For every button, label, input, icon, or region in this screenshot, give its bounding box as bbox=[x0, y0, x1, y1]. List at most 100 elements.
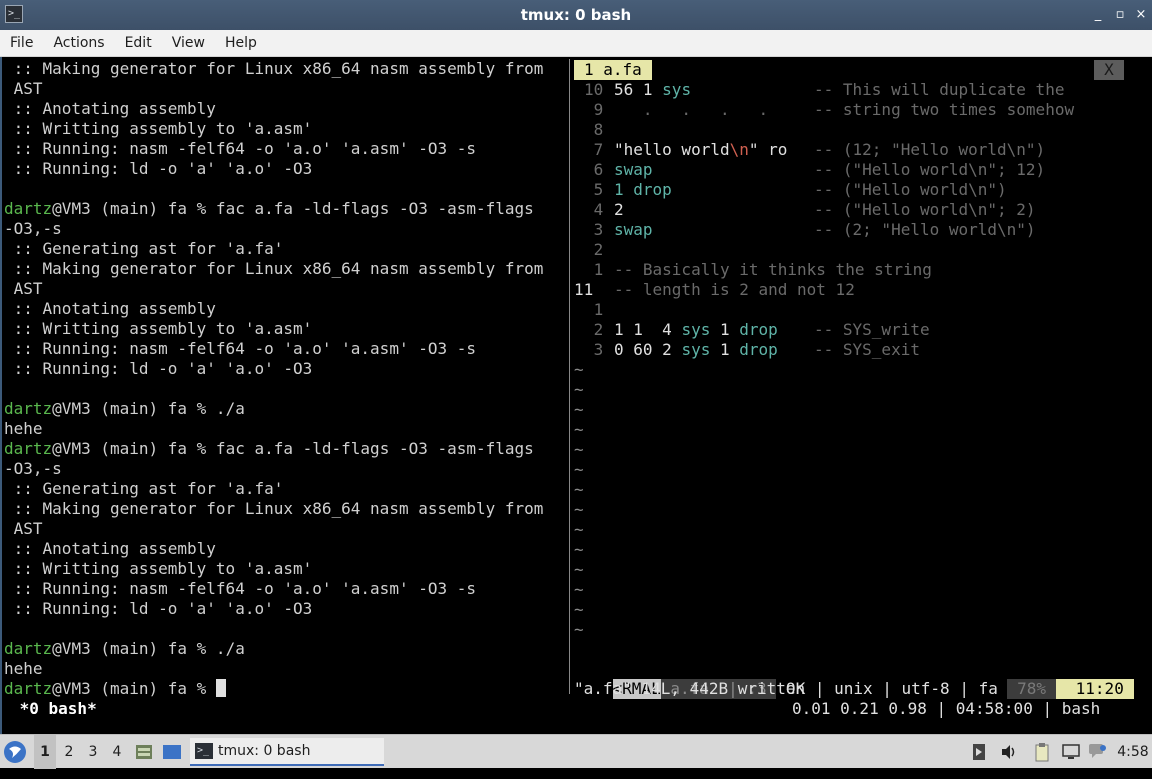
vim-comment-text: -- length is 2 and not 12 bbox=[614, 280, 855, 299]
terminal-output-line: :: Running: ld -o 'a' 'a.o' -O3 bbox=[4, 359, 313, 379]
vim-code-text: "hello world\n" ro bbox=[614, 140, 788, 159]
line-text: hehe bbox=[4, 419, 43, 438]
tmux-window-label[interactable]: *0 bash* bbox=[10, 699, 97, 719]
pane-divider[interactable] bbox=[569, 59, 570, 694]
vim-status-position: 11:20 bbox=[1055, 679, 1134, 699]
line-text: :: Running: ld -o 'a' 'a.o' -O3 bbox=[4, 599, 313, 618]
shell-prompt-line: dartz@VM3 (main) fa % ./a bbox=[4, 399, 245, 419]
terminal-icon: >_ bbox=[195, 743, 213, 759]
line-text: @VM3 (main) fa % ./a bbox=[52, 399, 245, 418]
taskbar-clock[interactable]: 4:58 bbox=[1116, 735, 1150, 769]
terminal-output-line: :: Making generator for Linux x86_64 nas… bbox=[4, 259, 544, 279]
tray-input[interactable] bbox=[972, 735, 992, 769]
workspace-1[interactable]: 1 bbox=[34, 735, 56, 769]
terminal-output-line: :: Making generator for Linux x86_64 nas… bbox=[4, 59, 544, 79]
maximize-button[interactable]: ▫ bbox=[1112, 7, 1128, 23]
window-title: tmux: 0 bash bbox=[520, 6, 632, 24]
close-button[interactable]: × bbox=[1133, 7, 1149, 23]
vim-status-percent: 78% bbox=[1007, 679, 1056, 699]
vim-comment-text: -- ("Hello world\n"; 2) bbox=[814, 200, 1036, 219]
vim-comment-text: -- This will duplicate the bbox=[814, 80, 1065, 99]
vim-comment-text: -- (12; "Hello world\n") bbox=[814, 140, 1046, 159]
terminal-output-line: AST bbox=[4, 279, 43, 299]
vim-empty-line-marker: ~ bbox=[574, 620, 584, 639]
line-text: @VM3 (main) fa % fac a.fa -ld-flags -O3 … bbox=[52, 439, 534, 458]
prompt-user: dartz bbox=[4, 399, 53, 418]
tray-clipboard[interactable] bbox=[1034, 735, 1056, 769]
prompt-user: dartz bbox=[4, 679, 53, 698]
terminal-output-line: :: Writting assembly to 'a.asm' bbox=[4, 319, 313, 339]
line-text: @VM3 (main) fa % fac a.fa -ld-flags -O3 … bbox=[52, 199, 534, 218]
file-manager-launcher[interactable] bbox=[134, 735, 156, 769]
line-text: @VM3 (main) fa % bbox=[52, 679, 216, 698]
terminal-output-line: hehe bbox=[4, 419, 43, 439]
terminal-area[interactable]: :: Making generator for Linux x86_64 nas… bbox=[0, 57, 1152, 734]
vim-line-number: 9 bbox=[584, 100, 604, 119]
workspace-4[interactable]: 4 bbox=[106, 735, 128, 769]
workspace-3[interactable]: 3 bbox=[82, 735, 104, 769]
line-text: @VM3 (main) fa % ./a bbox=[52, 639, 245, 658]
tray-volume[interactable] bbox=[1000, 735, 1020, 769]
vim-tab-active[interactable]: 1 a.fa bbox=[574, 60, 652, 80]
menu-help[interactable]: Help bbox=[215, 30, 267, 57]
menu-edit[interactable]: Edit bbox=[115, 30, 162, 57]
terminal-output-line: -O3,-s bbox=[4, 219, 62, 239]
line-text: :: Making generator for Linux x86_64 nas… bbox=[4, 259, 544, 278]
show-desktop-icon bbox=[163, 745, 181, 759]
vim-empty-line-marker: ~ bbox=[574, 360, 584, 379]
shell-prompt-line: dartz@VM3 (main) fa % fac a.fa -ld-flags… bbox=[4, 439, 534, 459]
line-text: :: Running: ld -o 'a' 'a.o' -O3 bbox=[4, 159, 313, 178]
clipboard-icon bbox=[1035, 743, 1049, 762]
vim-code-text: 2 bbox=[614, 200, 624, 219]
line-text: :: Running: nasm -felf64 -o 'a.o' 'a.asm… bbox=[4, 579, 477, 598]
vim-empty-line-marker: ~ bbox=[574, 400, 584, 419]
shell-prompt-line: dartz@VM3 (main) fa % bbox=[4, 679, 226, 699]
vim-line-number: 6 bbox=[584, 160, 604, 179]
vim-comment-text: -- ("Hello world\n"; 12) bbox=[814, 160, 1046, 179]
desktop-launcher[interactable] bbox=[162, 735, 184, 769]
menu-view[interactable]: View bbox=[162, 30, 215, 57]
terminal-cursor bbox=[215, 679, 226, 697]
line-text: AST bbox=[4, 79, 43, 98]
vim-message-line: "a.fa" 14L, 442B written bbox=[574, 679, 806, 698]
minimize-button[interactable]: _ bbox=[1090, 7, 1106, 23]
line-text: -O3,-s bbox=[4, 459, 62, 478]
line-text: :: Generating ast for 'a.fa' bbox=[4, 239, 284, 258]
terminal-output-line: AST bbox=[4, 79, 43, 99]
network-icon bbox=[1062, 744, 1080, 759]
terminal-output-line: :: Generating ast for 'a.fa' bbox=[4, 239, 284, 259]
vim-empty-line-marker: ~ bbox=[574, 420, 584, 439]
terminal-output-line: :: Running: ld -o 'a' 'a.o' -O3 bbox=[4, 159, 313, 179]
tray-notifications[interactable] bbox=[1088, 735, 1110, 769]
vim-line-number: 11 bbox=[574, 280, 594, 299]
task-tmux-bash[interactable]: >_ tmux: 0 bash bbox=[190, 738, 384, 766]
workspace-2[interactable]: 2 bbox=[58, 735, 80, 769]
menu-bar: File Actions Edit View Help bbox=[0, 30, 1152, 57]
vim-empty-line-marker: ~ bbox=[574, 600, 584, 619]
vim-tab-close-button[interactable]: X bbox=[1094, 60, 1124, 80]
menu-file[interactable]: File bbox=[0, 30, 43, 57]
vim-status-info: OK | unix | utf-8 | fa bbox=[776, 679, 1008, 698]
file-cabinet-icon bbox=[136, 745, 152, 759]
vim-comment-text: -- SYS_write bbox=[814, 320, 930, 339]
vim-line-number: 3 bbox=[584, 220, 604, 239]
start-menu-icon bbox=[4, 741, 26, 763]
taskbar: 1 2 3 4 >_ tmux: 0 bash 4:58 bbox=[0, 734, 1152, 769]
vim-code-text: . . . . bbox=[614, 100, 769, 119]
menu-actions[interactable]: Actions bbox=[43, 30, 114, 57]
vim-empty-line-marker: ~ bbox=[574, 560, 584, 579]
line-text: :: Writting assembly to 'a.asm' bbox=[4, 119, 313, 138]
tray-network[interactable] bbox=[1062, 735, 1084, 769]
vim-code-text: 0 60 2 sys 1 drop bbox=[614, 340, 778, 359]
line-text: :: Generating ast for 'a.fa' bbox=[4, 479, 284, 498]
vim-empty-line-marker: ~ bbox=[574, 520, 584, 539]
prompt-user: dartz bbox=[4, 639, 53, 658]
shell-prompt-line: dartz@VM3 (main) fa % fac a.fa -ld-flags… bbox=[4, 199, 534, 219]
window-titlebar[interactable]: >_ tmux: 0 bash _ ▫ × bbox=[0, 0, 1152, 30]
app-menu-button[interactable] bbox=[3, 735, 31, 769]
prompt-user: dartz bbox=[4, 199, 53, 218]
chat-bubble-icon bbox=[1089, 744, 1106, 758]
terminal-output-line: :: Running: ld -o 'a' 'a.o' -O3 bbox=[4, 599, 313, 619]
vim-comment-text: -- string two times somehow bbox=[814, 100, 1075, 119]
vim-comment-text: -- (2; "Hello world\n") bbox=[814, 220, 1036, 239]
